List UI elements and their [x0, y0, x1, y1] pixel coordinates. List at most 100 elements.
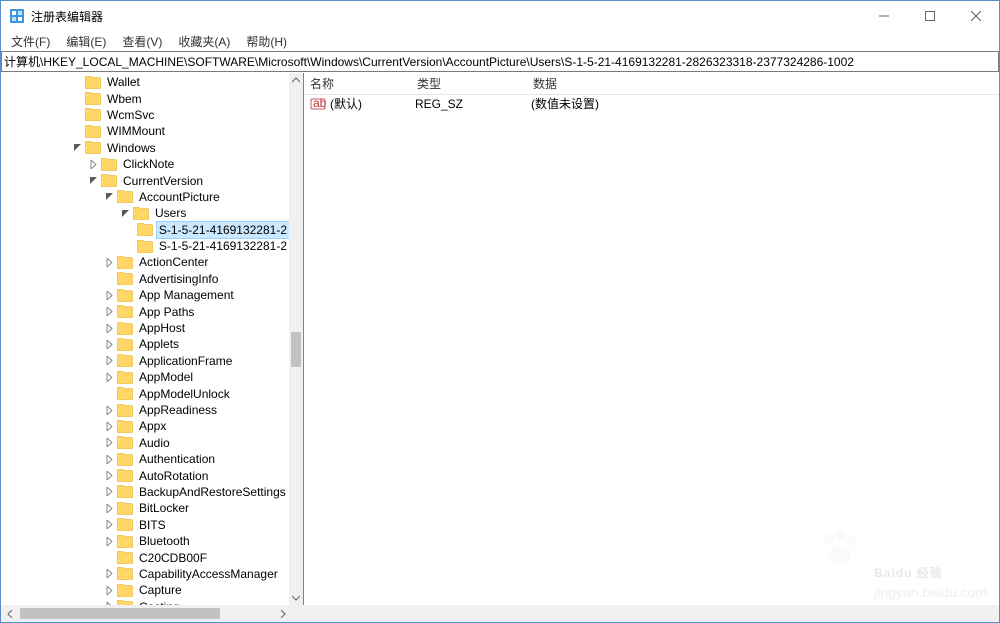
expand-toggle[interactable] [101, 369, 117, 385]
expand-toggle[interactable] [101, 254, 117, 270]
tree-node[interactable]: App Paths [1, 303, 289, 319]
expand-toggle[interactable] [101, 287, 117, 303]
titlebar: 注册表编辑器 [1, 1, 999, 31]
tree-node[interactable]: BackupAndRestoreSettings [1, 484, 289, 500]
tree-node[interactable]: Wallet [1, 74, 289, 90]
tree-node[interactable]: Windows [1, 140, 289, 156]
tree-node[interactable]: CurrentVersion [1, 172, 289, 188]
tree-node[interactable]: Users [1, 205, 289, 221]
tree-label: C20CDB00F [137, 550, 209, 566]
expand-toggle[interactable] [101, 550, 117, 566]
expand-toggle[interactable] [101, 533, 117, 549]
expand-toggle[interactable] [101, 304, 117, 320]
watermark-paw-icon [819, 527, 859, 567]
value-data: (数值未设置) [531, 95, 599, 112]
horizontal-scrollbar[interactable] [1, 605, 999, 622]
expand-toggle[interactable] [101, 386, 117, 402]
scroll-down-button[interactable] [289, 591, 303, 605]
tree-node[interactable]: Appx [1, 418, 289, 434]
menu-help[interactable]: 帮助(H) [240, 31, 293, 52]
value-row[interactable]: ab (默认) REG_SZ (数值未设置) [304, 95, 999, 112]
maximize-button[interactable] [907, 1, 953, 31]
registry-tree[interactable]: WalletWbemWcmSvcWIMMountWindowsClickNote… [1, 73, 289, 605]
tree-node[interactable]: Authentication [1, 451, 289, 467]
tree-label: WIMMount [105, 123, 167, 139]
expand-toggle[interactable] [69, 91, 85, 107]
expand-toggle[interactable] [69, 140, 85, 156]
expand-toggle[interactable] [101, 320, 117, 336]
tree-node[interactable]: C20CDB00F [1, 549, 289, 565]
tree-vertical-scrollbar[interactable] [289, 73, 303, 605]
scroll-left-button[interactable] [1, 605, 18, 622]
expand-toggle[interactable] [101, 435, 117, 451]
hscroll-thumb[interactable] [20, 608, 220, 619]
tree-label: Capture [137, 582, 184, 598]
scroll-right-button[interactable] [274, 605, 291, 622]
tree-node[interactable]: WcmSvc [1, 107, 289, 123]
tree-node[interactable]: Applets [1, 336, 289, 352]
expand-toggle[interactable] [85, 173, 101, 189]
address-bar[interactable]: 计算机\HKEY_LOCAL_MACHINE\SOFTWARE\Microsof… [1, 51, 999, 72]
menu-view[interactable]: 查看(V) [116, 31, 168, 52]
scroll-up-button[interactable] [289, 73, 303, 87]
tree-node[interactable]: AdvertisingInfo [1, 271, 289, 287]
scroll-thumb[interactable] [291, 332, 301, 367]
minimize-button[interactable] [861, 1, 907, 31]
close-button[interactable] [953, 1, 999, 31]
tree-node[interactable]: ApplicationFrame [1, 353, 289, 369]
tree-label: Wbem [105, 91, 144, 107]
expand-toggle[interactable] [69, 107, 85, 123]
tree-node[interactable]: BITS [1, 517, 289, 533]
tree-label: App Paths [137, 304, 196, 320]
tree-node[interactable]: ClickNote [1, 156, 289, 172]
tree-node[interactable]: Bluetooth [1, 533, 289, 549]
tree-node[interactable]: BitLocker [1, 500, 289, 516]
expand-toggle[interactable] [101, 271, 117, 287]
tree-node[interactable]: AppHost [1, 320, 289, 336]
expand-toggle[interactable] [101, 582, 117, 598]
expand-toggle[interactable] [101, 468, 117, 484]
tree-node[interactable]: Audio [1, 435, 289, 451]
expand-toggle[interactable] [101, 500, 117, 516]
column-data[interactable]: 数据 [527, 73, 999, 94]
expand-toggle[interactable] [101, 189, 117, 205]
menu-edit[interactable]: 编辑(E) [60, 31, 112, 52]
window-controls [861, 1, 999, 31]
tree-node[interactable]: CapabilityAccessManager [1, 566, 289, 582]
expand-toggle[interactable] [101, 336, 117, 352]
tree-node[interactable]: Wbem [1, 90, 289, 106]
tree-node[interactable]: AppModelUnlock [1, 385, 289, 401]
menu-fav[interactable]: 收藏夹(A) [172, 31, 236, 52]
expand-toggle[interactable] [69, 123, 85, 139]
expand-toggle[interactable] [101, 451, 117, 467]
tree-label: CapabilityAccessManager [137, 566, 280, 582]
expand-toggle[interactable] [101, 353, 117, 369]
value-type: REG_SZ [415, 97, 531, 111]
tree-node[interactable]: AutoRotation [1, 467, 289, 483]
expand-toggle[interactable] [101, 484, 117, 500]
menu-file[interactable]: 文件(F) [5, 31, 56, 52]
tree-node[interactable]: S-1-5-21-4169132281-2 [1, 222, 289, 238]
tree-label: BitLocker [137, 500, 191, 516]
expand-toggle[interactable] [117, 205, 133, 221]
expand-toggle[interactable] [101, 402, 117, 418]
expand-toggle[interactable] [85, 156, 101, 172]
tree-node[interactable]: AppReadiness [1, 402, 289, 418]
expand-toggle[interactable] [121, 238, 137, 254]
values-header: 名称 类型 数据 [304, 73, 999, 95]
tree-node[interactable]: AppModel [1, 369, 289, 385]
tree-node[interactable]: ActionCenter [1, 254, 289, 270]
tree-node[interactable]: Capture [1, 582, 289, 598]
tree-node[interactable]: AccountPicture [1, 189, 289, 205]
expand-toggle[interactable] [101, 566, 117, 582]
tree-node[interactable]: S-1-5-21-4169132281-2 [1, 238, 289, 254]
tree-node[interactable]: WIMMount [1, 123, 289, 139]
tree-label: Audio [137, 435, 172, 451]
expand-toggle[interactable] [121, 222, 137, 238]
expand-toggle[interactable] [101, 418, 117, 434]
tree-node[interactable]: App Management [1, 287, 289, 303]
column-type[interactable]: 类型 [411, 73, 527, 94]
expand-toggle[interactable] [101, 517, 117, 533]
column-name[interactable]: 名称 [304, 73, 411, 94]
expand-toggle[interactable] [69, 74, 85, 90]
